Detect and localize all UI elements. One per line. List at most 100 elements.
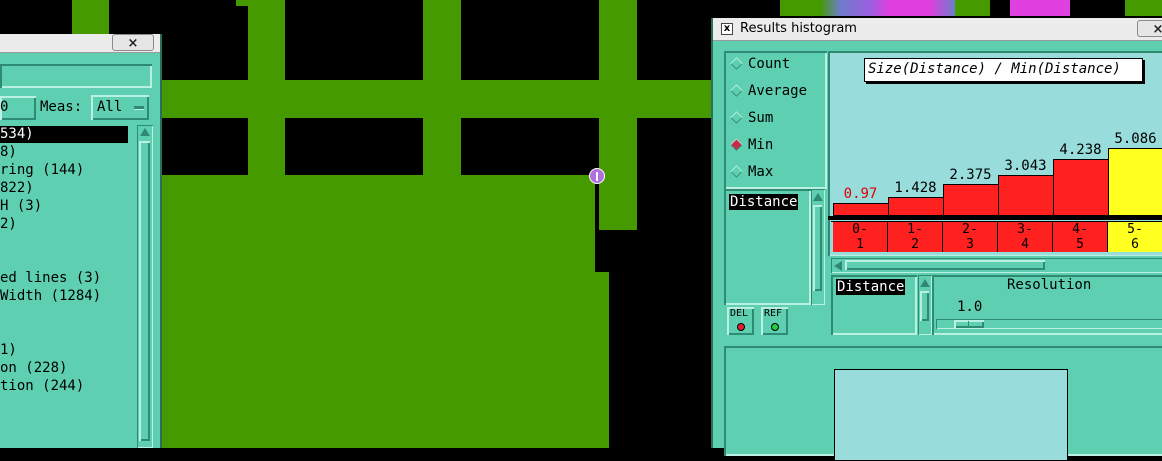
background-strip: [780, 0, 1162, 16]
category-label: 5-: [1127, 222, 1143, 237]
chart-h-scrollbar[interactable]: [831, 258, 1162, 273]
left-result-list[interactable]: 534) 8) ring (144) 822) H (3) 2) ed lines (3) W…: [0, 126, 134, 448]
ref-button[interactable]: REF: [761, 307, 788, 335]
layout-shape: [160, 175, 595, 448]
list-item[interactable]: 534): [0, 126, 128, 143]
category-label: 5: [1076, 237, 1084, 252]
mode-radio-label: Average: [748, 83, 808, 99]
radio-unselected-icon[interactable]: [730, 57, 743, 70]
meas-dropdown-value: All: [97, 99, 123, 115]
chart-title: Size(Distance) / Min(Distance): [868, 61, 1121, 77]
bottom-measure-item[interactable]: Distance: [836, 279, 906, 295]
measure-list-scrollbar[interactable]: [811, 189, 825, 305]
list-item[interactable]: 1): [0, 342, 128, 359]
mode-radio-label: Min: [748, 137, 774, 153]
list-item[interactable]: Width (1284): [0, 288, 128, 305]
histogram-category[interactable]: 3- 4: [998, 222, 1053, 252]
histogram-bar[interactable]: [888, 197, 944, 216]
scroll-thumb[interactable]: [845, 260, 1045, 270]
del-button[interactable]: DEL: [727, 307, 754, 335]
mode-radio-label: Sum: [748, 110, 774, 126]
cursor-marker-icon[interactable]: [589, 168, 605, 184]
scroll-up-arrow-icon[interactable]: [813, 193, 823, 201]
category-label: 4: [1021, 237, 1029, 252]
measure-list[interactable]: Distance: [724, 189, 811, 305]
left-close-button[interactable]: ×: [112, 34, 154, 51]
bar-value-label: 3.043: [1004, 158, 1047, 174]
radio-unselected-icon[interactable]: [730, 165, 743, 178]
app-icon: x: [721, 23, 733, 35]
histogram-bar[interactable]: [943, 184, 999, 216]
list-item[interactable]: [0, 324, 128, 341]
list-item[interactable]: [0, 252, 128, 269]
layout-shape: [595, 272, 609, 448]
radio-unselected-icon[interactable]: [730, 84, 743, 97]
layout-shape: [72, 0, 109, 34]
scroll-up-arrow-icon[interactable]: [140, 128, 150, 136]
histogram-category[interactable]: 1- 2: [888, 222, 943, 252]
bar-value-label: 2.375: [949, 167, 992, 183]
list-item[interactable]: on (228): [0, 360, 128, 377]
histogram-bars: 0.97 1.428 2.375 3.043 4.238 5.086: [833, 111, 1162, 216]
left-list-scrollbar[interactable]: [137, 125, 153, 448]
category-label: 3: [966, 237, 974, 252]
list-item[interactable]: tion (244): [0, 378, 128, 395]
list-item[interactable]: ring (144): [0, 162, 128, 179]
layout-shape: [160, 80, 712, 118]
list-item[interactable]: ed lines (3): [0, 270, 128, 287]
scroll-left-arrow-icon[interactable]: [834, 261, 842, 271]
histogram-bar[interactable]: [1108, 148, 1162, 216]
histogram-category[interactable]: 0- 1: [833, 222, 888, 252]
radio-unselected-icon[interactable]: [730, 111, 743, 124]
resolution-panel: Resolution 1.0: [932, 275, 1162, 335]
radio-selected-icon[interactable]: [730, 138, 743, 151]
histogram-category[interactable]: 4- 5: [1053, 222, 1108, 252]
scroll-thumb[interactable]: [920, 291, 929, 321]
histogram-bar[interactable]: [833, 203, 889, 216]
histogram-bar[interactable]: [1053, 159, 1109, 216]
meas-label: Meas:: [40, 99, 83, 115]
category-label: 4-: [1072, 222, 1088, 237]
histogram-titlebar[interactable]: x Results histogram ×: [713, 18, 1162, 41]
green-dot-icon: [771, 323, 779, 331]
category-label: 2: [911, 237, 919, 252]
dropdown-indicator-icon: [134, 106, 144, 109]
bottom-list-scrollbar[interactable]: [918, 275, 932, 335]
scroll-up-arrow-icon[interactable]: [920, 279, 930, 287]
left-dialog: × 0 Meas: All 534) 8) ring (144) 822) H (3) 2…: [0, 34, 162, 448]
preview-box: [834, 369, 1068, 461]
histogram-category[interactable]: 2- 3: [943, 222, 998, 252]
mode-radio-label: Count: [748, 56, 791, 72]
list-item[interactable]: [0, 306, 128, 323]
bottom-measure-list[interactable]: Distance: [831, 275, 917, 335]
category-label: 6: [1131, 237, 1139, 252]
measure-list-item[interactable]: Distance: [729, 194, 799, 210]
list-item[interactable]: H (3): [0, 198, 128, 215]
list-item[interactable]: 2): [0, 216, 128, 233]
histogram-close-button[interactable]: ×: [1137, 20, 1162, 37]
layout-notch: [595, 175, 599, 272]
resolution-slider-thumb[interactable]: [954, 320, 984, 328]
histogram-category[interactable]: 5- 6: [1108, 222, 1162, 252]
left-text-field[interactable]: [0, 64, 152, 88]
left-dialog-titlebar[interactable]: ×: [0, 34, 160, 53]
preview-panel: [724, 346, 1162, 461]
histogram-bar[interactable]: [998, 175, 1054, 216]
list-item[interactable]: 822): [0, 180, 128, 197]
category-label: 1-: [907, 222, 923, 237]
list-item[interactable]: [0, 234, 128, 251]
list-item[interactable]: 8): [0, 144, 128, 161]
category-label: 0-: [852, 222, 868, 237]
meas-dropdown[interactable]: All: [91, 95, 149, 120]
left-small-field[interactable]: 0: [0, 96, 36, 120]
category-label: 1: [856, 237, 864, 252]
resolution-slider[interactable]: [936, 319, 1162, 329]
results-histogram-dialog: x Results histogram × Count Average Sum Min…: [711, 18, 1162, 461]
scroll-thumb[interactable]: [139, 141, 150, 441]
bar-value-label: 0.97: [843, 186, 878, 202]
mode-radio-label: Max: [748, 164, 774, 180]
layout-shape: [236, 0, 248, 6]
scroll-thumb[interactable]: [813, 205, 822, 291]
chart-baseline: [828, 216, 1162, 220]
bar-value-label: 5.086: [1114, 131, 1157, 147]
